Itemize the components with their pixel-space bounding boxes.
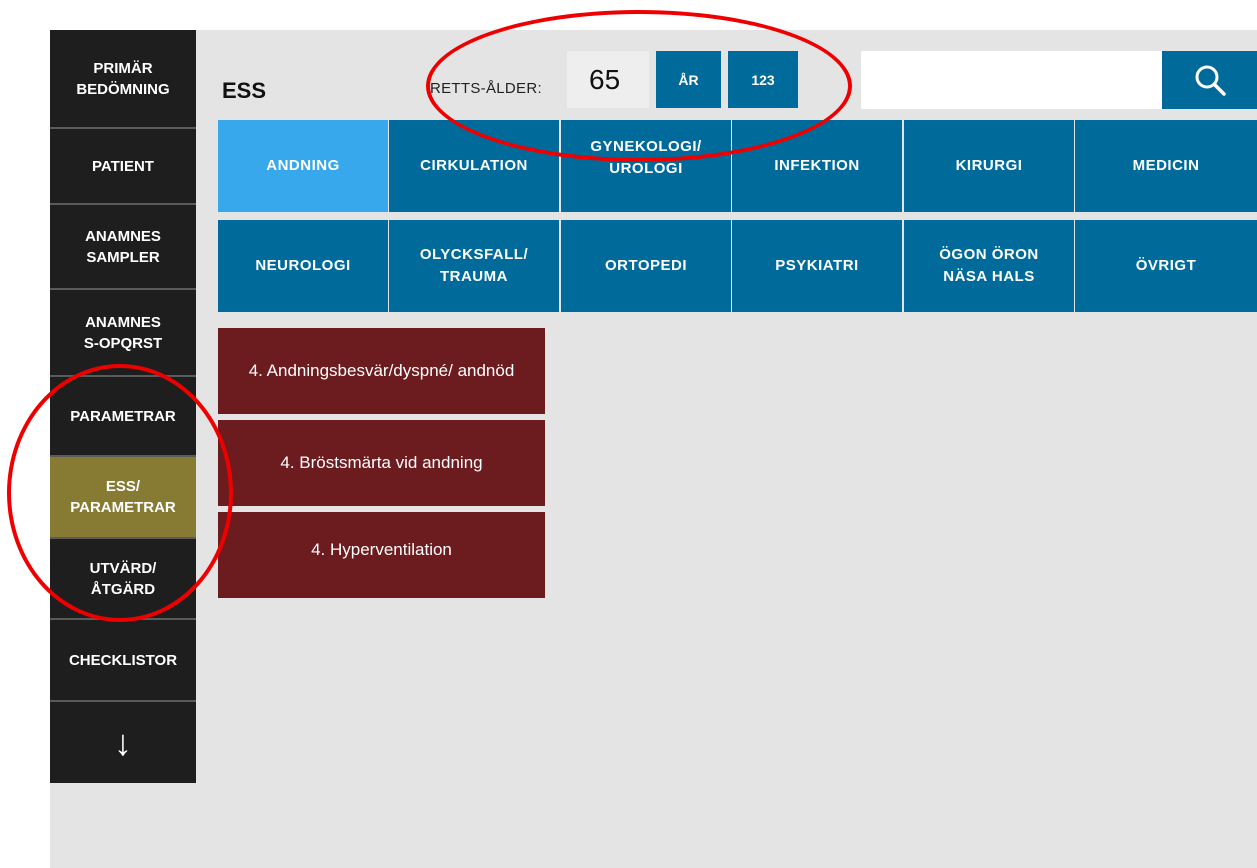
sidebar-item-anamnes-sampler[interactable]: ANAMNES SAMPLER bbox=[50, 205, 196, 290]
sidebar-item-utvard-atgard[interactable]: UTVÄRD/ ÅTGÄRD bbox=[50, 539, 196, 620]
category-ovrigt[interactable]: ÖVRIGT bbox=[1075, 220, 1257, 312]
app-window: PRIMÄR BEDÖMNING PATIENT ANAMNES SAMPLER… bbox=[50, 30, 1257, 868]
numpad-button[interactable]: 123 bbox=[728, 51, 798, 108]
retts-age-label: RETTS-ÅLDER: bbox=[430, 80, 542, 97]
years-button[interactable]: ÅR bbox=[656, 51, 721, 108]
sidebar: PRIMÄR BEDÖMNING PATIENT ANAMNES SAMPLER… bbox=[50, 30, 196, 783]
category-medicin[interactable]: MEDICIN bbox=[1075, 120, 1257, 212]
category-andning[interactable]: ANDNING bbox=[218, 120, 388, 212]
category-neurologi[interactable]: NEUROLOGI bbox=[218, 220, 388, 312]
category-olycksfall-trauma[interactable]: OLYCKSFALL/ TRAUMA bbox=[389, 220, 559, 312]
search-icon bbox=[1195, 65, 1226, 96]
age-value-field[interactable]: 65 bbox=[567, 51, 649, 108]
category-ortopedi[interactable]: ORTOPEDI bbox=[561, 220, 731, 312]
sidebar-item-anamnes-sopqrst[interactable]: ANAMNES S-OPQRST bbox=[50, 290, 196, 377]
category-infektion[interactable]: INFEKTION bbox=[732, 120, 902, 212]
sidebar-item-ess-parametrar[interactable]: ESS/ PARAMETRAR bbox=[50, 457, 196, 539]
category-psykiatri[interactable]: PSYKIATRI bbox=[732, 220, 902, 312]
sidebar-item-parametrar[interactable]: PARAMETRAR bbox=[50, 377, 196, 457]
sidebar-item-primar-bedomning[interactable]: PRIMÄR BEDÖMNING bbox=[50, 30, 196, 129]
search-button[interactable] bbox=[1162, 51, 1257, 109]
scroll-down-arrow-icon[interactable]: ↓ bbox=[50, 702, 196, 783]
category-cirkulation[interactable]: CIRKULATION bbox=[389, 120, 559, 212]
search-input[interactable] bbox=[861, 51, 1162, 109]
sidebar-item-patient[interactable]: PATIENT bbox=[50, 129, 196, 205]
sidebar-item-checklistor[interactable]: CHECKLISTOR bbox=[50, 620, 196, 702]
category-kirurgi[interactable]: KIRURGI bbox=[904, 120, 1074, 212]
symptom-andningsbesvar[interactable]: 4. Andningsbesvär/dyspné/ andnöd bbox=[218, 328, 545, 414]
category-gynekologi-urologi[interactable]: GYNEKOLOGI/ UROLOGI bbox=[561, 120, 731, 212]
symptom-brostsmarta-vid-andning[interactable]: 4. Bröstsmärta vid andning bbox=[218, 420, 545, 506]
symptom-hyperventilation[interactable]: 4. Hyperventilation bbox=[218, 512, 545, 598]
category-ogon-oron-nasa-hals[interactable]: ÖGON ÖRON NÄSA HALS bbox=[904, 220, 1074, 312]
page-title: ESS bbox=[222, 78, 267, 103]
